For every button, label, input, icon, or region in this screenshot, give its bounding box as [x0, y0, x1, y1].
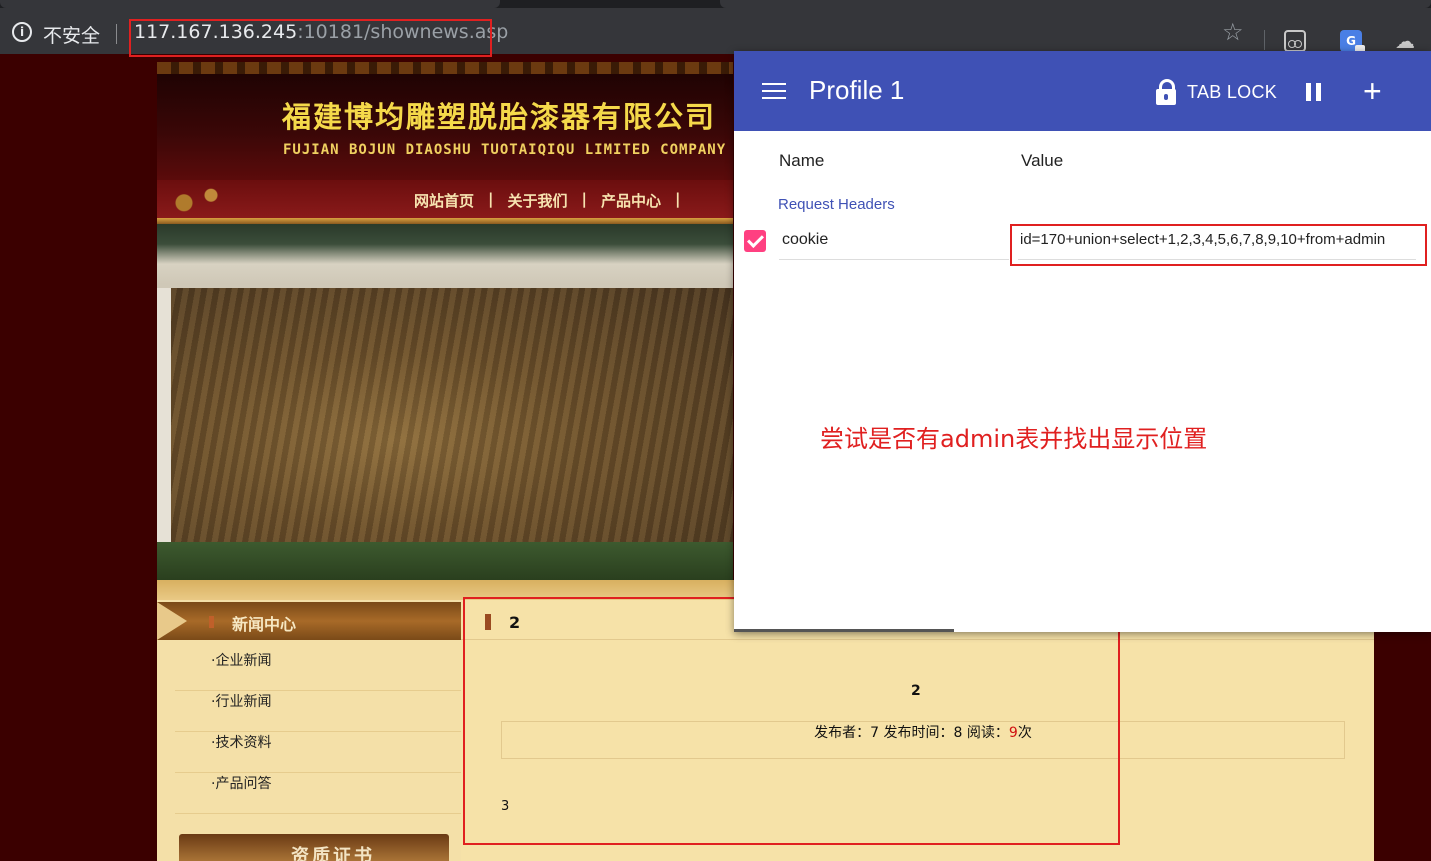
request-headers-label[interactable]: Request Headers — [778, 196, 895, 213]
mask-extension-icon[interactable] — [1284, 30, 1306, 52]
nav-separator: | — [675, 190, 681, 208]
header-enabled-checkbox[interactable] — [744, 230, 766, 252]
nav-products[interactable]: 产品中心 — [601, 190, 661, 211]
site-banner: 福建博均雕塑脱胎漆器有限公司 FUJIAN BOJUN DIAOSHU TUOT… — [157, 62, 733, 180]
tab-lock-button[interactable]: TAB LOCK — [1187, 82, 1277, 103]
nav-about[interactable]: 关于我们 — [508, 190, 568, 211]
translate-extension-icon[interactable]: G — [1340, 30, 1365, 55]
company-name-cn: 福建博均雕塑脱胎漆器有限公司 — [282, 100, 717, 134]
security-label[interactable]: 不安全 — [43, 21, 100, 48]
spy-extension-icon[interactable]: ☁ — [1394, 30, 1416, 52]
column-header-value: Value — [1021, 151, 1064, 170]
annotation-text: 尝试是否有admin表并找出显示位置 — [820, 425, 1208, 453]
column-header-name: Name — [779, 151, 825, 170]
sidebar-item-tech-docs[interactable]: ·技术资料 — [175, 732, 461, 773]
company-name-en: FUJIAN BOJUN DIAOSHU TUOTAIQIQU LIMITED … — [283, 142, 727, 158]
photo-bushes — [157, 542, 733, 580]
nav-separator: | — [581, 190, 587, 208]
scrollbar[interactable] — [734, 629, 954, 632]
nav-home[interactable]: 网站首页 — [414, 190, 474, 211]
modheader-popup: Profile 1 TAB LOCK + Name Value Request … — [734, 51, 1431, 632]
news-category-list: ·企业新闻 ·行业新闻 ·技术资料 ·产品问答 — [175, 650, 461, 814]
pause-icon[interactable] — [1306, 83, 1322, 101]
url-highlight-box — [129, 19, 492, 57]
arrow-icon — [157, 602, 187, 640]
star-icon[interactable]: ☆ — [1222, 18, 1244, 46]
certificate-title: 资质证书 — [291, 846, 375, 861]
add-icon[interactable]: + — [1363, 75, 1382, 107]
sidebar: 新闻中心 ·企业新闻 ·行业新闻 ·技术资料 ·产品问答 资质证书 — [157, 600, 461, 861]
value-highlight-box — [1010, 224, 1427, 266]
info-icon[interactable]: i — [12, 22, 32, 42]
tab-strip — [0, 0, 1431, 8]
popup-toolbar: Profile 1 TAB LOCK + — [734, 51, 1431, 131]
news-center-header: 新闻中心 — [157, 602, 461, 640]
divider — [1264, 30, 1265, 50]
relief-wall — [171, 288, 733, 542]
tab[interactable] — [720, 0, 1431, 8]
profile-title[interactable]: Profile 1 — [809, 75, 904, 106]
lock-icon[interactable] — [1156, 79, 1176, 105]
nav-separator: | — [488, 190, 494, 208]
tab[interactable] — [0, 0, 500, 8]
certificate-banner[interactable]: 资质证书 — [179, 834, 449, 861]
sidebar-item-company-news[interactable]: ·企业新闻 — [175, 650, 461, 691]
sidebar-item-industry-news[interactable]: ·行业新闻 — [175, 691, 461, 732]
bullet-icon — [209, 616, 214, 628]
content-highlight-box — [463, 597, 1120, 845]
banner-photo — [157, 224, 733, 580]
news-center-title: 新闻中心 — [232, 615, 297, 634]
sidebar-item-product-qa[interactable]: ·产品问答 — [175, 773, 461, 814]
header-name-field[interactable]: cookie — [779, 231, 1009, 260]
site-nav: 网站首页 | 关于我们 | 产品中心 | — [157, 180, 733, 218]
menu-icon[interactable] — [762, 83, 786, 101]
divider — [116, 24, 117, 44]
